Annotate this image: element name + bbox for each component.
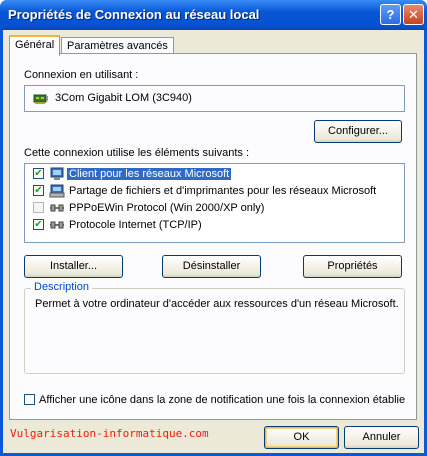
uninstall-button-label: Désinstaller: [182, 260, 241, 272]
configure-button-label: Configurer...: [328, 125, 388, 137]
checkbox-tcpip[interactable]: ✔: [33, 219, 44, 230]
list-item-label: Partage de fichiers et d'imprimantes pou…: [69, 185, 377, 197]
checkbox-client-microsoft[interactable]: ✔: [33, 168, 44, 179]
connect-using-label: Connexion en utilisant :: [24, 69, 139, 81]
dialog-client-area: Général Paramètres avancés Connexion en …: [3, 30, 424, 453]
list-item-client-microsoft[interactable]: ✔ Client pour les réseaux Microsoft: [25, 166, 404, 183]
adapter-name: 3Com Gigabit LOM (3C940): [55, 92, 192, 104]
printer-share-icon: [49, 184, 65, 198]
checkbox-pppoewin-protocol[interactable]: [33, 202, 44, 213]
dialog-window: Propriétés de Connexion au réseau local …: [0, 0, 427, 456]
list-item-label: Client pour les réseaux Microsoft: [67, 168, 232, 180]
list-item-file-printer-sharing[interactable]: ✔ Partage de fichiers et d'imprimantes p…: [25, 183, 404, 200]
description-group: Description Permet à votre ordinateur d'…: [24, 281, 405, 374]
configure-button[interactable]: Configurer...: [314, 120, 402, 143]
ok-button[interactable]: OK: [264, 426, 339, 449]
properties-button[interactable]: Propriétés: [303, 255, 402, 278]
notify-checkbox[interactable]: [24, 394, 35, 405]
ok-button-label: OK: [293, 431, 310, 443]
list-item-pppoewin-protocol[interactable]: PPPoEWin Protocol (Win 2000/XP only): [25, 200, 404, 217]
tab-general[interactable]: Général: [9, 35, 61, 56]
adapter-display: 3Com Gigabit LOM (3C940): [24, 85, 405, 112]
properties-button-label: Propriétés: [327, 260, 378, 272]
description-text: Permet à votre ordinateur d'accéder aux …: [35, 298, 399, 310]
list-item-tcpip[interactable]: ✔ Protocole Internet (TCP/IP): [25, 217, 404, 234]
notify-checkbox-label[interactable]: Afficher une icône dans la zone de notif…: [39, 394, 405, 406]
cancel-button[interactable]: Annuler: [344, 426, 419, 449]
protocol-icon: [50, 204, 64, 212]
tab-advanced-label: Paramètres avancés: [67, 40, 168, 52]
list-item-label: Protocole Internet (TCP/IP): [69, 219, 202, 231]
checkbox-file-printer-sharing[interactable]: ✔: [33, 185, 44, 196]
protocol-icon: [50, 221, 64, 229]
help-button[interactable]: ?: [380, 4, 401, 25]
install-button-label: Installer...: [49, 260, 98, 272]
uninstall-button[interactable]: Désinstaller: [162, 255, 261, 278]
network-card-icon: [33, 94, 48, 104]
cancel-button-label: Annuler: [362, 431, 401, 443]
install-button[interactable]: Installer...: [24, 255, 123, 278]
list-item-label: PPPoEWin Protocol (Win 2000/XP only): [69, 202, 265, 214]
watermark-text: Vulgarisation-informatique.com: [10, 427, 209, 440]
close-button[interactable]: ✕: [403, 4, 424, 25]
window-title: Propriétés de Connexion au réseau local: [8, 7, 260, 22]
computer-network-icon: [50, 167, 64, 180]
tab-general-label: Général: [15, 39, 55, 51]
title-bar[interactable]: Propriétés de Connexion au réseau local …: [0, 0, 427, 30]
components-label: Cette connexion utilise les éléments sui…: [24, 147, 250, 159]
description-title: Description: [31, 281, 93, 293]
components-list[interactable]: ✔ Client pour les réseaux Microsoft ✔ Pa…: [24, 163, 405, 243]
